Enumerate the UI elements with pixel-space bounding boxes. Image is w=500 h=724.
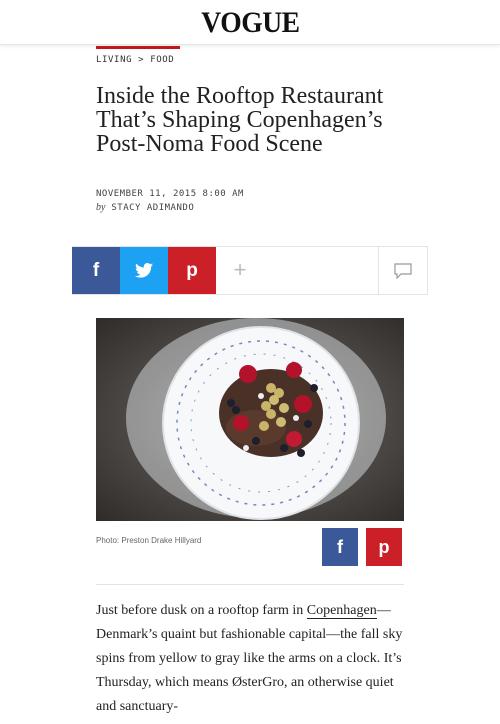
paragraph: Just before dusk on a rooftop farm in Co… [96, 599, 416, 719]
breadcrumb-separator: > [138, 55, 145, 65]
photo-caption: Photo: Preston Drake Hillyard [96, 536, 202, 545]
comment-button[interactable] [378, 247, 427, 294]
dish-illustration [126, 318, 386, 520]
article-title: Inside the Rooftop Restaurant That’s Sha… [96, 83, 384, 157]
pinterest-icon: p [378, 536, 390, 557]
twitter-share-button[interactable] [120, 247, 168, 294]
byline-prefix: by [96, 202, 106, 213]
facebook-share-button[interactable]: f [72, 247, 120, 294]
article-body: Just before dusk on a rooftop farm in Co… [96, 599, 416, 719]
breadcrumb-living[interactable]: LIVING [96, 55, 132, 65]
twitter-icon [135, 263, 153, 278]
publish-date: NOVEMBER 11, 2015 8:00 AM [96, 189, 244, 199]
breadcrumb-food[interactable]: FOOD [150, 55, 174, 65]
copenhagen-link[interactable]: Copenhagen [306, 603, 377, 619]
site-header: VOGUE [0, 0, 500, 45]
share-bar: f p + [72, 246, 428, 295]
paragraph-text-start: Just before dusk on a rooftop farm in [96, 603, 307, 618]
pinterest-icon: p [186, 259, 198, 281]
breadcrumb: LIVING > FOOD [96, 55, 174, 65]
author-name[interactable]: STACY ADIMANDO [111, 203, 194, 213]
plus-icon: + [233, 257, 247, 282]
pinterest-share-button[interactable]: p [168, 247, 216, 294]
more-share-button[interactable]: + [222, 255, 258, 285]
byline: by STACY ADIMANDO [96, 202, 194, 213]
facebook-icon: f [337, 536, 343, 557]
vogue-logo[interactable]: VOGUE [201, 6, 300, 40]
article-hero-photo[interactable] [96, 318, 404, 521]
content-divider [96, 584, 404, 585]
facebook-icon: f [92, 259, 100, 281]
comment-icon [394, 262, 412, 279]
photo-facebook-share-button[interactable]: f [322, 528, 358, 566]
paragraph-text-rest: —Denmark’s quaint but fashionable capita… [96, 603, 403, 714]
photo-pinterest-share-button[interactable]: p [366, 528, 402, 566]
section-rule [96, 46, 180, 49]
